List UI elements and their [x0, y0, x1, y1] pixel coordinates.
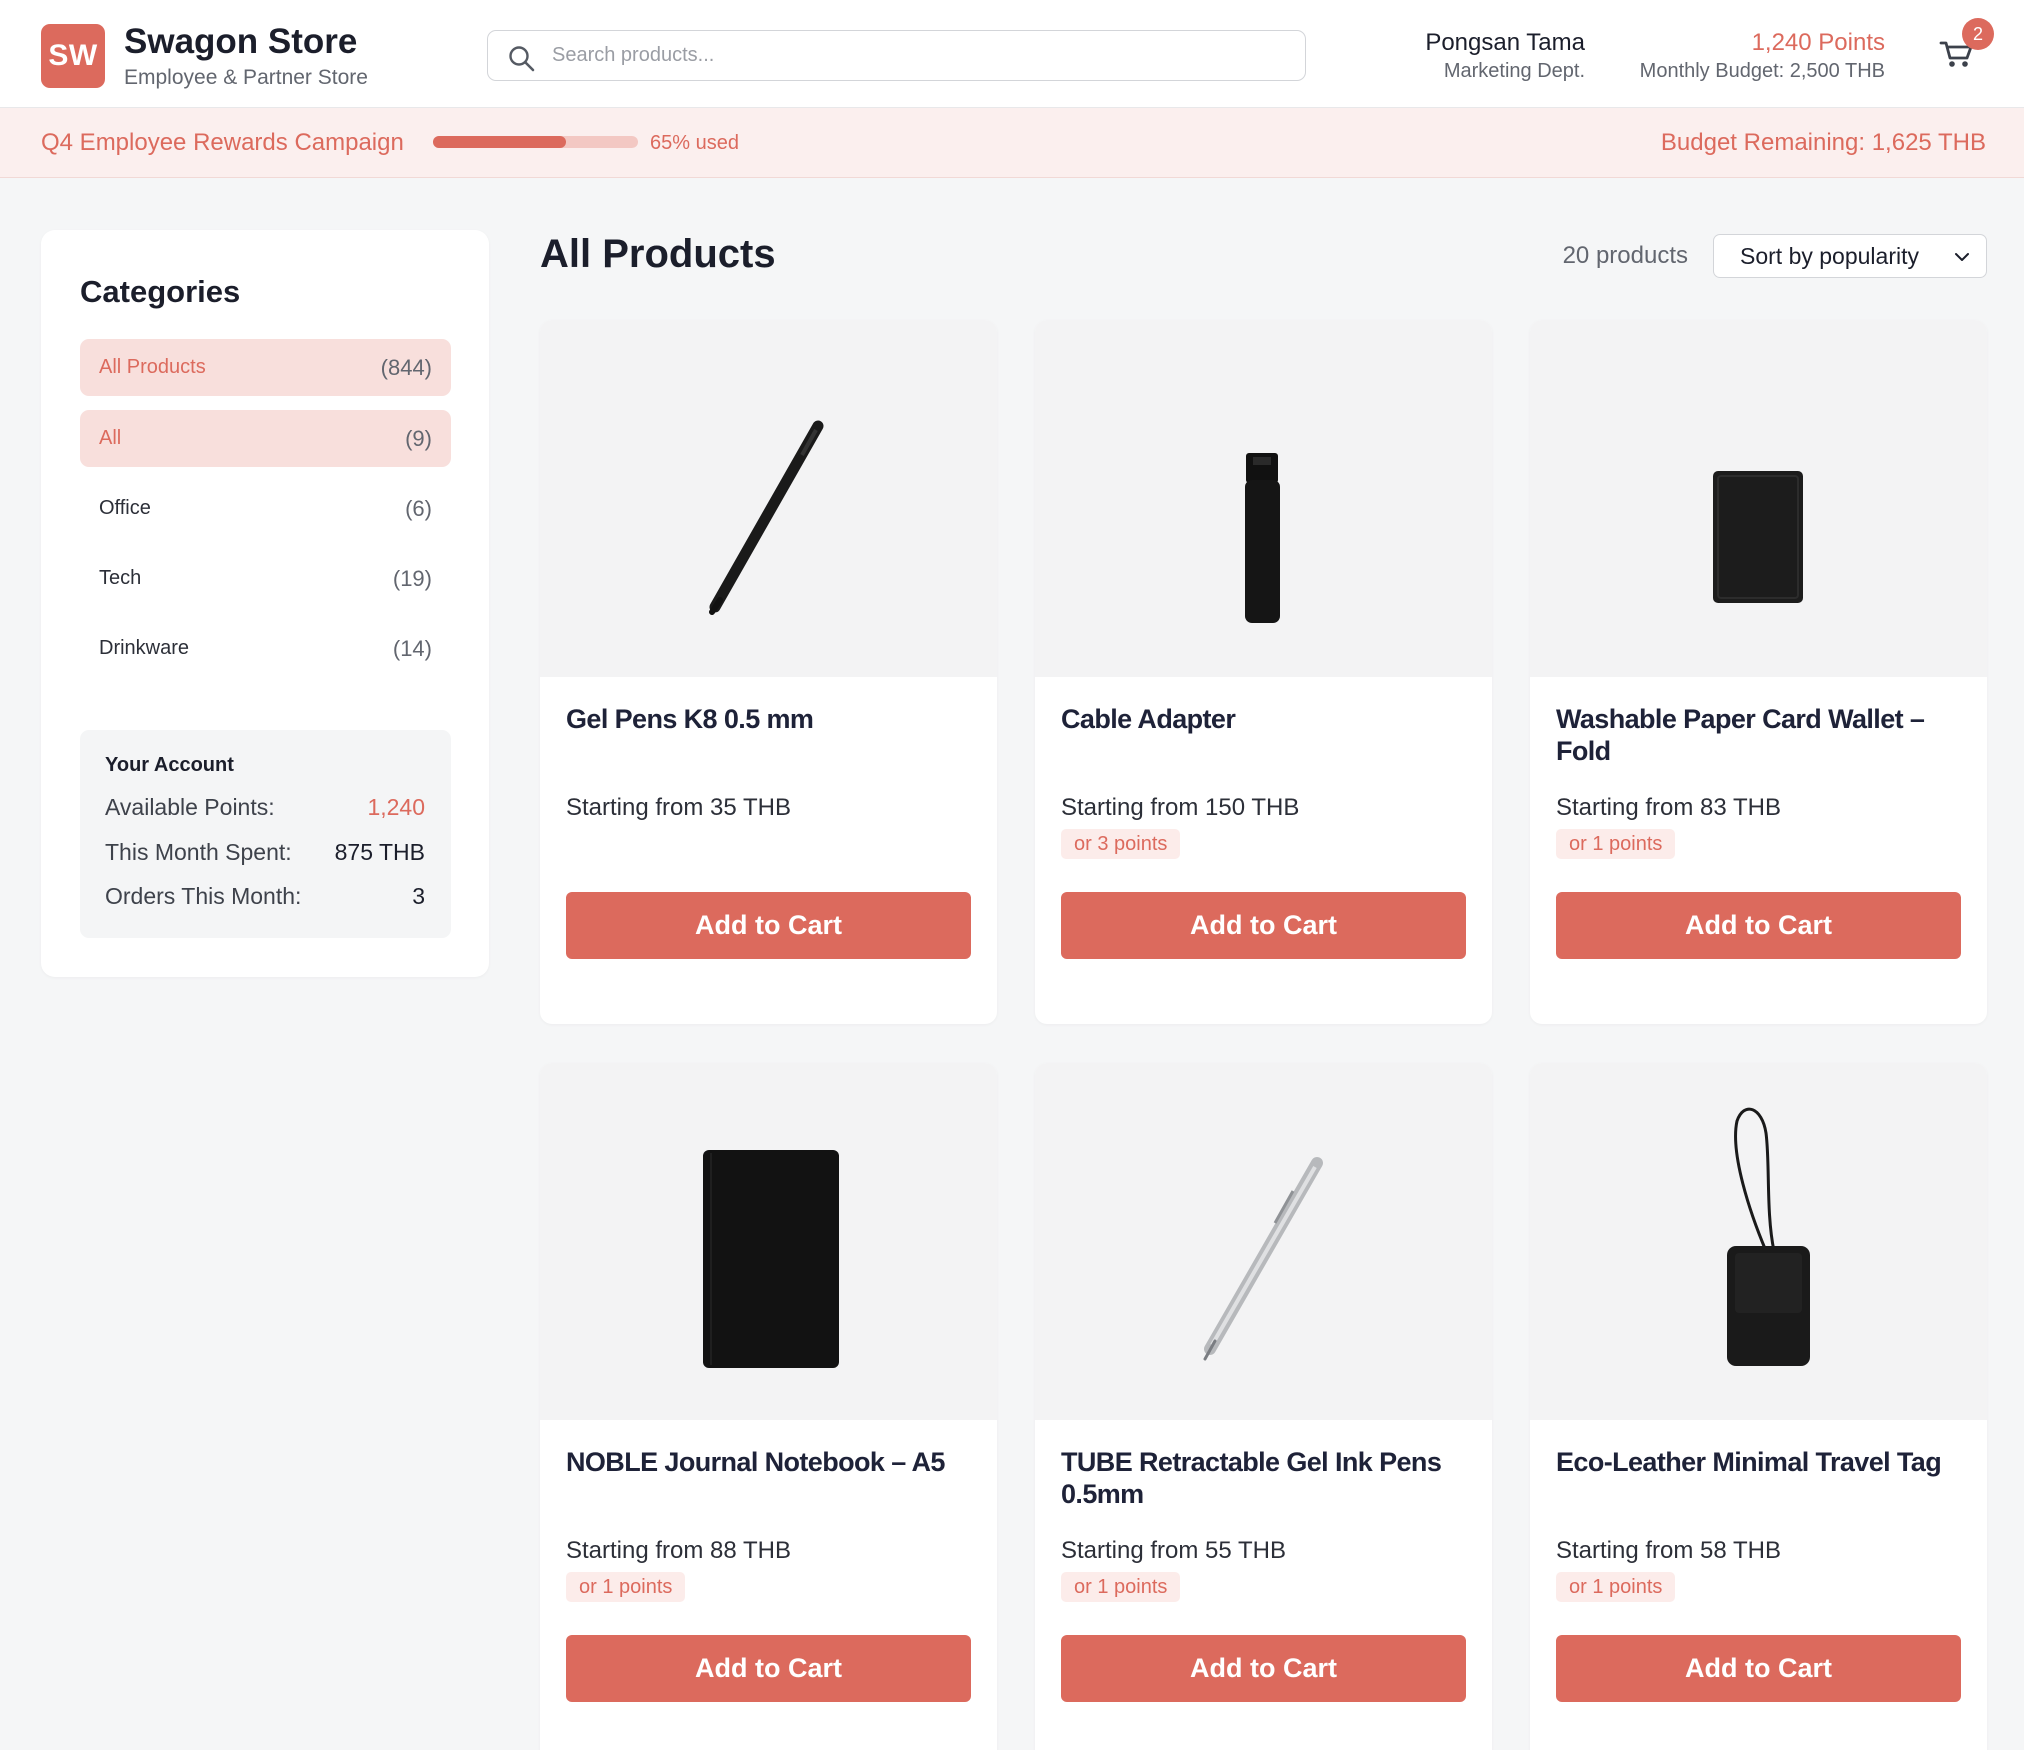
- product-price: Starting from 58 THB: [1556, 1537, 1781, 1564]
- product-price: Starting from 83 THB: [1556, 794, 1781, 821]
- product-image[interactable]: [1530, 1063, 1987, 1420]
- category-count: (19): [392, 565, 432, 591]
- search-input[interactable]: [552, 31, 1292, 80]
- product-price: Starting from 35 THB: [566, 794, 791, 821]
- product-name[interactable]: NOBLE Journal Notebook – A5: [566, 1446, 966, 1478]
- category-count: (6): [405, 495, 432, 521]
- luggage-tag-image: [1727, 1107, 1810, 1366]
- card-wallet-image: [1713, 471, 1803, 603]
- campaign-usage-label: 65% used: [650, 132, 739, 154]
- product-image[interactable]: [1035, 1063, 1492, 1420]
- chevron-down-icon: [1955, 253, 1969, 261]
- month-spent-row: This Month Spent: 875 THB: [105, 839, 425, 866]
- row-value: 875 THB: [334, 839, 425, 865]
- add-to-cart-button[interactable]: Add to Cart: [1061, 1635, 1466, 1702]
- category-all[interactable]: All (9): [80, 410, 451, 467]
- campaign-progress-fill: [433, 136, 567, 148]
- product-image[interactable]: [540, 1063, 997, 1420]
- available-points-row: Available Points: 1,240: [105, 794, 425, 821]
- monthly-budget: Monthly Budget: 2,500 THB: [1639, 60, 1885, 82]
- cart-button[interactable]: 2: [1932, 18, 1994, 80]
- product-count: 20 products: [1562, 242, 1688, 269]
- row-value: 1,240: [367, 794, 425, 820]
- row-label: Available Points:: [105, 794, 275, 820]
- category-label: Tech: [99, 567, 142, 589]
- product-card[interactable]: NOBLE Journal Notebook – A5 Starting fro…: [540, 1063, 997, 1750]
- add-to-cart-button[interactable]: Add to Cart: [1061, 892, 1466, 959]
- product-card[interactable]: Gel Pens K8 0.5 mm Starting from 35 THB …: [540, 320, 997, 1024]
- category-label: All Products: [99, 356, 206, 378]
- product-image[interactable]: [540, 320, 997, 677]
- category-label: Drinkware: [99, 637, 190, 659]
- campaign-banner: Q4 Employee Rewards Campaign 65% used Bu…: [0, 108, 2024, 178]
- category-sidebar: Categories All Products (844) All (9) Of…: [41, 230, 489, 977]
- category-label: Office: [99, 497, 151, 519]
- category-label: All: [99, 427, 122, 449]
- sort-select[interactable]: Sort by popularity: [1713, 234, 1987, 278]
- product-card[interactable]: TUBE Retractable Gel Ink Pens 0.5mm Star…: [1035, 1063, 1492, 1750]
- points-price-badge: or 3 points: [1061, 829, 1181, 859]
- category-tech[interactable]: Tech (19): [80, 550, 451, 607]
- product-name[interactable]: Gel Pens K8 0.5 mm: [566, 703, 966, 735]
- points-price-badge: or 1 points: [1556, 829, 1676, 859]
- categories-heading: Categories: [80, 274, 241, 309]
- product-price: Starting from 150 THB: [1061, 794, 1300, 821]
- cable-adapter-image: [1245, 453, 1280, 623]
- category-count: (9): [405, 425, 432, 451]
- product-card[interactable]: Washable Paper Card Wallet – Fold Starti…: [1530, 320, 1987, 1024]
- product-image[interactable]: [1530, 320, 1987, 677]
- product-image[interactable]: [1035, 320, 1492, 677]
- account-summary: Your Account Available Points: 1,240 Thi…: [80, 730, 451, 938]
- store-subtitle: Employee & Partner Store: [124, 66, 368, 89]
- account-heading: Your Account: [105, 754, 234, 776]
- page-title: All Products: [540, 232, 776, 276]
- notebook-image: [703, 1150, 839, 1368]
- category-count: (844): [380, 354, 432, 380]
- category-count: (14): [392, 635, 432, 661]
- logo-initials: SW: [48, 39, 98, 72]
- category-drinkware[interactable]: Drinkware (14): [80, 620, 451, 677]
- add-to-cart-button[interactable]: Add to Cart: [566, 892, 971, 959]
- product-name[interactable]: TUBE Retractable Gel Ink Pens 0.5mm: [1061, 1446, 1461, 1510]
- points-price-badge: or 1 points: [1556, 1572, 1676, 1602]
- silver-pen-image: [1203, 1157, 1323, 1361]
- black-pen-image: [709, 420, 824, 615]
- product-card[interactable]: Cable Adapter Starting from 150 THB or 3…: [1035, 320, 1492, 1024]
- store-name: Swagon Store: [124, 22, 358, 61]
- product-card[interactable]: Eco-Leather Minimal Travel Tag Starting …: [1530, 1063, 1987, 1750]
- add-to-cart-button[interactable]: Add to Cart: [566, 1635, 971, 1702]
- top-header: SW Swagon Store Employee & Partner Store…: [0, 0, 2024, 108]
- points-price-badge: or 1 points: [566, 1572, 686, 1602]
- add-to-cart-button[interactable]: Add to Cart: [1556, 892, 1961, 959]
- row-value: 3: [412, 883, 425, 909]
- cart-count-badge: 2: [1962, 18, 1994, 50]
- search-box[interactable]: [487, 30, 1306, 81]
- campaign-title: Q4 Employee Rewards Campaign: [41, 129, 404, 156]
- category-office[interactable]: Office (6): [80, 480, 451, 537]
- row-label: This Month Spent:: [105, 839, 292, 865]
- user-name: Pongsan Tama: [1425, 29, 1585, 56]
- product-name[interactable]: Eco-Leather Minimal Travel Tag: [1556, 1446, 1956, 1478]
- product-name[interactable]: Washable Paper Card Wallet – Fold: [1556, 703, 1956, 767]
- points-price-badge: or 1 points: [1061, 1572, 1181, 1602]
- user-department: Marketing Dept.: [1443, 60, 1585, 82]
- product-price: Starting from 88 THB: [566, 1537, 791, 1564]
- category-all-products[interactable]: All Products (844): [80, 339, 451, 396]
- store-logo[interactable]: SW: [41, 24, 105, 88]
- sort-value: Sort by popularity: [1740, 242, 1919, 269]
- points-balance: 1,240 Points: [1751, 29, 1885, 56]
- search-icon: [509, 46, 535, 72]
- add-to-cart-button[interactable]: Add to Cart: [1556, 1635, 1961, 1702]
- product-price: Starting from 55 THB: [1061, 1537, 1286, 1564]
- product-name[interactable]: Cable Adapter: [1061, 703, 1461, 735]
- orders-month-row: Orders This Month: 3: [105, 883, 425, 910]
- row-label: Orders This Month:: [105, 883, 302, 909]
- campaign-progress-bar: [433, 136, 638, 148]
- budget-remaining: Budget Remaining: 1,625 THB: [1660, 129, 1986, 156]
